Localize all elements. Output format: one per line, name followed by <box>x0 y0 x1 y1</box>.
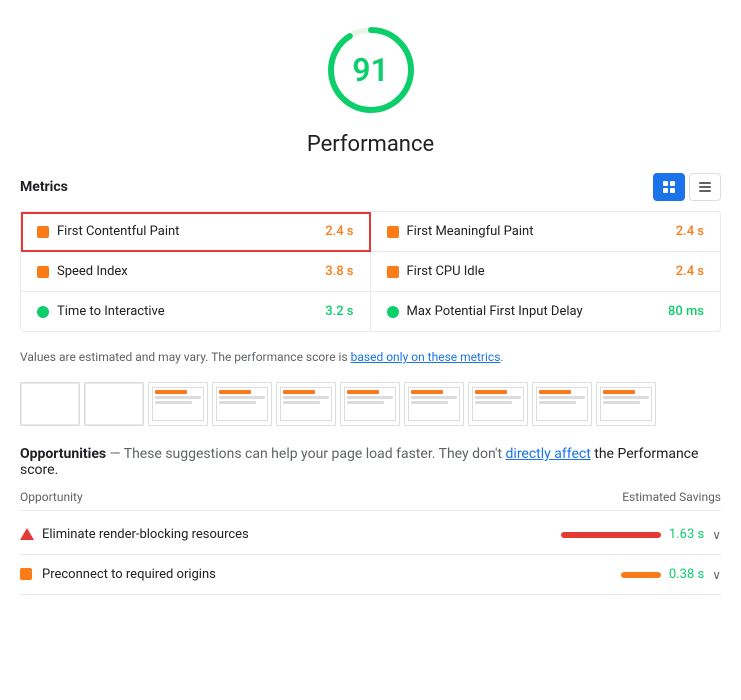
metrics-link[interactable]: based only on these metrics <box>351 350 501 364</box>
filmstrip-frame-10 <box>596 382 656 426</box>
opp-value-1: 1.63 s <box>669 527 704 542</box>
metric-first-contentful-paint: First Contentful Paint 2.4 s <box>21 212 371 252</box>
list-view-button[interactable] <box>689 173 721 201</box>
filmstrip-frame-9 <box>532 382 592 426</box>
metric-value-fci: 2.4 s <box>676 264 704 279</box>
metric-max-potential-fid: Max Potential First Input Delay 80 ms <box>371 292 721 331</box>
metric-name-tti: Time to Interactive <box>57 304 317 319</box>
metric-dot-si <box>37 266 49 278</box>
filmstrip-frame-8 <box>468 382 528 426</box>
opportunity-eliminate-render-blocking: Eliminate render-blocking resources 1.63… <box>20 515 721 555</box>
score-section: 91 Performance <box>20 20 721 157</box>
metric-value-fmp: 2.4 s <box>676 224 704 239</box>
filmstrip-frame-2 <box>84 382 144 426</box>
filmstrip-frame-4 <box>212 382 272 426</box>
triangle-warning-icon <box>20 528 34 542</box>
info-text-after: . <box>500 350 503 364</box>
opp-bar-container-2: 0.38 s ∨ <box>621 567 721 582</box>
col-opportunity: Opportunity <box>20 490 83 504</box>
metric-name-fci: First CPU Idle <box>407 264 668 279</box>
metrics-header: Metrics <box>20 173 721 201</box>
grid-view-button[interactable] <box>653 173 685 201</box>
metric-speed-index: Speed Index 3.8 s <box>21 252 371 292</box>
filmstrip-frame-3 <box>148 382 208 426</box>
opportunities-title: Opportunities <box>20 446 106 462</box>
opp-bar-container-1: 1.63 s ∨ <box>561 527 721 542</box>
opportunities-desc: — These suggestions can help your page l… <box>106 446 591 462</box>
opp-value-2: 0.38 s <box>669 567 704 582</box>
metric-value-fcp: 2.4 s <box>325 224 353 239</box>
opportunities-header: Opportunities — These suggestions can he… <box>20 446 721 478</box>
filmstrip-frame-7 <box>404 382 464 426</box>
metric-name-fmp: First Meaningful Paint <box>407 224 668 239</box>
square-warning-icon <box>20 568 34 582</box>
opp-name-1: Eliminate render-blocking resources <box>42 527 553 542</box>
expand-icon-1[interactable]: ∨ <box>712 528 721 542</box>
directly-affect-link[interactable]: directly affect <box>506 446 591 462</box>
metric-name-fcp: First Contentful Paint <box>57 224 317 239</box>
metric-dot-fcp <box>37 226 49 238</box>
metric-first-meaningful-paint: First Meaningful Paint 2.4 s <box>371 212 721 252</box>
metric-dot-tti <box>37 306 49 318</box>
filmstrip-frame-1 <box>20 382 80 426</box>
opportunity-columns: Opportunity Estimated Savings <box>20 484 721 511</box>
metric-time-to-interactive: Time to Interactive 3.2 s <box>21 292 371 331</box>
metric-value-fid: 80 ms <box>668 304 704 319</box>
metric-dot-fmp <box>387 226 399 238</box>
opportunity-preconnect: Preconnect to required origins 0.38 s ∨ <box>20 555 721 595</box>
col-savings: Estimated Savings <box>622 490 721 504</box>
filmstrip-frame-6 <box>340 382 400 426</box>
filmstrip <box>20 382 721 426</box>
metric-first-cpu-idle: First CPU Idle 2.4 s <box>371 252 721 292</box>
info-text-before: Values are estimated and may vary. The p… <box>20 350 351 364</box>
score-circle: 91 <box>321 20 421 120</box>
expand-icon-2[interactable]: ∨ <box>712 568 721 582</box>
metric-dot-fci <box>387 266 399 278</box>
opp-bar-1 <box>561 532 661 538</box>
metric-dot-fid <box>387 306 399 318</box>
filmstrip-frame-5 <box>276 382 336 426</box>
view-toggle <box>653 173 721 201</box>
score-value: 91 <box>352 51 389 89</box>
opp-bar-2 <box>621 572 661 578</box>
metrics-title: Metrics <box>20 179 68 195</box>
metric-name-si: Speed Index <box>57 264 317 279</box>
opp-name-2: Preconnect to required origins <box>42 567 613 582</box>
metric-value-tti: 3.2 s <box>325 304 353 319</box>
metric-value-si: 3.8 s <box>325 264 353 279</box>
metrics-grid: First Contentful Paint 2.4 s First Meani… <box>20 211 721 332</box>
metric-name-fid: Max Potential First Input Delay <box>407 304 660 319</box>
performance-label: Performance <box>307 132 434 157</box>
info-text: Values are estimated and may vary. The p… <box>20 348 721 366</box>
